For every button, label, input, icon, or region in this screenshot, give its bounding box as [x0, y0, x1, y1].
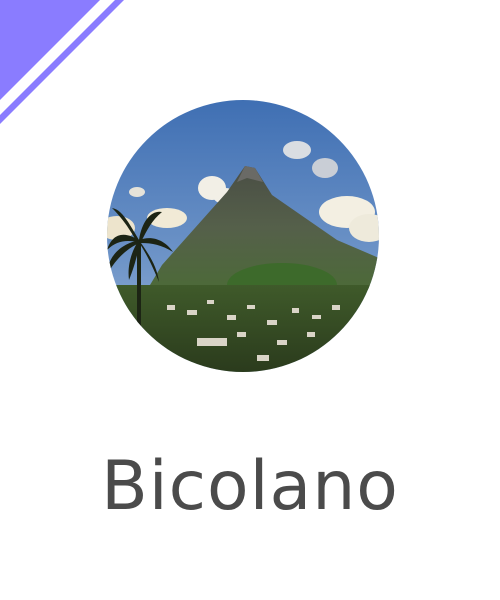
page: Bicolano [0, 0, 500, 600]
corner-ribbon-decoration [0, 0, 124, 124]
avatar-image[interactable] [107, 100, 379, 372]
card-title: Bicolano [101, 447, 399, 526]
